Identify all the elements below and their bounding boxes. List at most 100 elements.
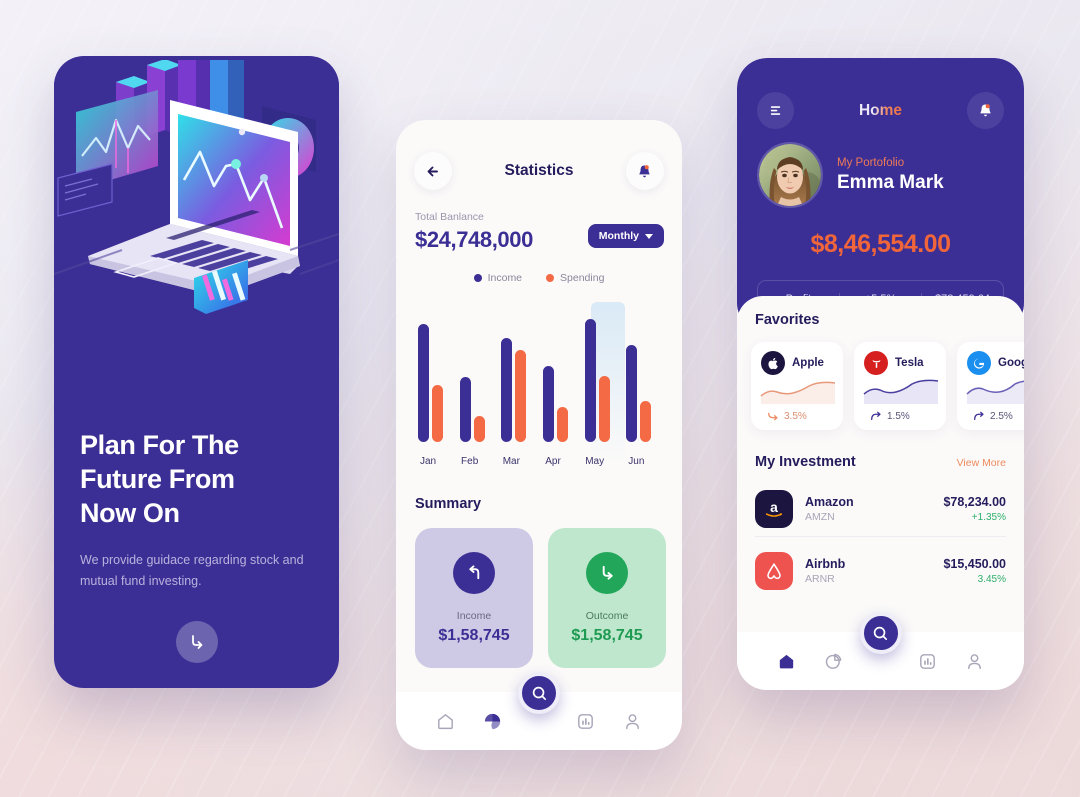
investment-values: $15,450.00 3.45% [943,557,1006,585]
investment-row-airbnb[interactable]: Airbnb ARNR $15,450.00 3.45% [755,548,1006,594]
bar-income-jun [626,345,638,442]
balance-label: Total Banlance [415,211,484,223]
sparkline-google [966,380,1024,404]
page-title: Plan For The Future From Now On [80,428,316,530]
portfolio-label: My Portofolio [837,156,905,169]
arrow-up-right-icon [871,411,881,421]
legend-item-income: Income [473,272,523,284]
arrow-curve-down-icon [192,635,203,649]
bar-spending-apr [557,407,568,442]
nav-item-home[interactable] [422,711,469,732]
arrow-curve-up-left-icon [468,565,479,580]
favorite-change: 3.5% [767,410,807,422]
google-logo-icon [967,351,991,375]
pie-chart-icon [825,653,842,669]
favorite-name: Goog [998,357,1024,369]
investment-symbol: AMZN [805,511,835,523]
isometric-analytics-illustration [54,60,339,360]
legend-dot-income [473,274,482,282]
avatar[interactable] [757,142,823,208]
bar-chart-icon [920,653,935,669]
avatar-image [759,144,821,206]
bar-group-may [584,319,610,442]
favorite-name: Apple [792,357,824,369]
profile-icon [968,653,981,669]
bar-group-feb [459,377,485,442]
investment-name: Amazon [805,495,854,509]
statistics-header: Statistics [396,152,682,190]
user-name: Emma Mark [837,171,944,193]
bar-group-jun [626,345,652,442]
axis-label-mar: Mar [502,456,520,467]
search-fab-button[interactable] [859,612,902,654]
nav-item-profile[interactable] [951,651,998,672]
investment-price: $78,234.00 [943,495,1006,509]
tesla-logo-icon [864,351,888,375]
favorite-change-value: 1.5% [887,410,910,422]
page-title: Home [858,101,903,119]
chart-legend: Income Spending [396,272,682,284]
airbnb-logo-icon [755,552,793,590]
investment-price: $15,450.00 [943,557,1006,571]
pie-chart-icon [484,713,500,729]
menu-button[interactable] [757,92,794,129]
favorite-change-value: 3.5% [784,410,807,422]
favorite-header: Apple [761,351,833,375]
bar-income-jan [418,324,429,442]
notifications-button[interactable] [966,92,1004,129]
notifications-button[interactable] [625,152,664,190]
investment-values: $78,234.00 +1.35% [943,495,1006,523]
bar-spending-mar [515,350,527,442]
favorite-card-tesla[interactable]: Tesla 1.5% [854,342,946,430]
favorite-card-apple[interactable]: Apple 3.5% [751,342,843,430]
bell-icon [980,104,991,117]
axis-label-apr: Apr [545,456,561,467]
period-selector[interactable]: Monthly [587,224,664,248]
summary-card-outcome[interactable]: Outcome $1,58,745 [548,528,666,668]
home-screen: Home My Portofolio Emma Mark $8,46,554.0… [737,58,1024,690]
apple-logo-icon [761,351,785,375]
sparkline-tesla [863,379,939,404]
nav-item-reports[interactable] [562,711,609,732]
back-button[interactable] [414,152,452,190]
nav-item-home[interactable] [763,651,810,672]
axis-label-may: May [585,456,605,467]
search-icon [873,626,888,640]
favorite-card-google[interactable]: Goog 2.5% [957,342,1024,430]
investment-info: Airbnb ARNR [805,557,943,585]
nav-item-statistics[interactable] [810,651,857,672]
nav-item-reports[interactable] [904,651,951,672]
home-icon [437,713,453,729]
nav-item-statistics[interactable] [469,711,516,732]
home-icon [779,654,794,668]
investment-info: Amazon AMZN [805,495,943,523]
legend-item-spending: Spending [546,272,604,284]
page-title: Statistics [504,162,574,179]
favorite-header: Goog [967,351,1024,375]
onboarding-next-button[interactable] [176,621,218,663]
search-fab-button[interactable] [518,672,560,714]
summary-title: Summary [415,496,482,512]
bar-income-feb [459,377,471,442]
arrow-curve-down-right-icon [602,565,613,580]
chevron-down-icon [645,233,653,239]
view-more-link[interactable]: View More [957,457,1006,469]
bar-spending-feb [473,416,485,442]
investment-symbol: ARNR [805,573,835,585]
arrow-up-right-icon [974,411,984,421]
bar-chart-icon [578,713,594,729]
legend-label-income: Income [487,272,523,284]
summary-value-income: $1,58,745 [438,626,510,644]
onboarding-copy: Plan For The Future From Now On We provi… [80,428,316,592]
investment-title: My Investment [755,454,856,470]
summary-card-income[interactable]: Income $1,58,745 [415,528,533,668]
investment-name: Airbnb [805,557,846,571]
favorite-header: Tesla [864,351,936,375]
legend-dot-spending [546,274,555,282]
bar-spending-jun [640,401,652,442]
nav-item-profile[interactable] [609,711,656,732]
bar-group-jan [418,324,443,442]
bar-spending-jan [432,385,443,442]
investment-row-amazon[interactable]: a Amazon AMZN $78,234.00 +1.35% [755,486,1006,532]
arrow-down-right-icon [768,412,778,421]
